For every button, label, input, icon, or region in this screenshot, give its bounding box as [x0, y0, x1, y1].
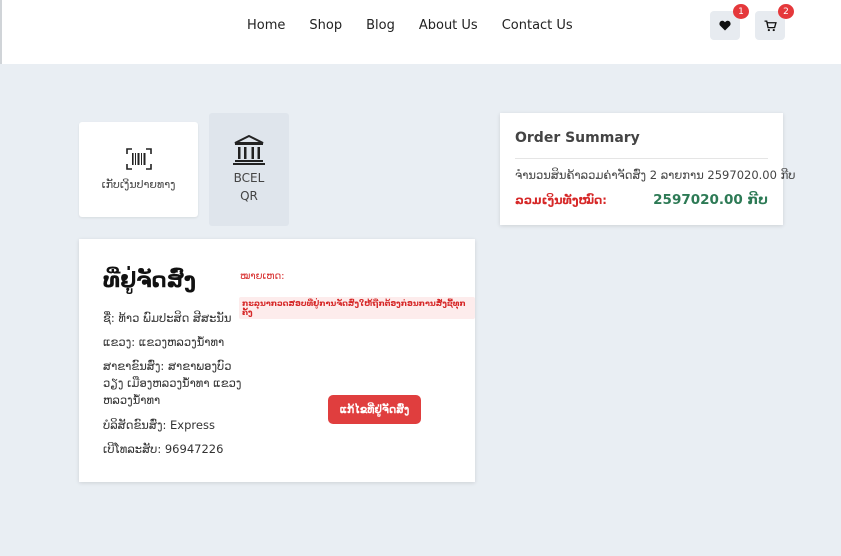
total-label: ລວມເງິນທັງໝົດ:	[515, 193, 607, 207]
shipping-address-title: ທີ່ຢູ່ຈັດສົ່ງ	[103, 268, 196, 292]
order-summary-title: Order Summary	[515, 130, 640, 146]
payment-option-label: BCEL QR	[234, 169, 265, 205]
wishlist-button[interactable]: 1	[710, 4, 749, 40]
province: ແຂວງ: ແຂວງຫລວງນ້ຳທາ	[103, 335, 225, 349]
nav-home[interactable]: Home	[247, 18, 285, 33]
payment-option-bcel-qr[interactable]: BCEL QR	[209, 113, 289, 226]
payment-option-label: ເກັບເງິນປາຍທາງ	[101, 178, 176, 191]
cart-button[interactable]: 2	[755, 4, 794, 40]
nav-contact-us[interactable]: Contact Us	[502, 18, 573, 33]
nav-shop[interactable]: Shop	[309, 18, 342, 33]
cart-icon	[764, 19, 777, 31]
bcel-label-line2: QR	[240, 188, 258, 203]
total-value: 2597020.00 ກີບ	[653, 192, 768, 208]
nav-blog[interactable]: Blog	[366, 18, 395, 33]
recipient-name: ຊື່: ທ້າວ ພົມປະສິດ ສີສະນັນ	[103, 311, 232, 325]
phone-number: ເບີໂທລະສັບ: 96947226	[103, 442, 224, 456]
order-summary-card: Order Summary ຈຳນວນສິນຄ້າລວມຄ່າຈັດສົ່ງ 2…	[500, 113, 796, 225]
bcel-label-line1: BCEL	[233, 170, 265, 185]
shipping-address-card: ທີ່ຢູ່ຈັດສົ່ງ ຊື່: ທ້າວ ພົມປະສິດ ສີສະນັນ…	[79, 239, 475, 482]
divider	[515, 158, 768, 159]
courier: ບໍລິສັດຂົນສົ່ງ: Express	[103, 418, 215, 432]
shipping-branch: ສາຂາຂົນສົ່ງ: ສາຂາພອງບົວວຽງ ເມືອງຫລວງນ້ຳທ…	[103, 359, 242, 407]
order-items-summary: ຈຳນວນສິນຄ້າລວມຄ່າຈັດສົ່ງ 2 ລາຍການ 259702…	[515, 168, 796, 182]
nav-about-us[interactable]: About Us	[419, 18, 478, 33]
bank-icon	[233, 134, 265, 165]
edit-address-button[interactable]: ແກ້ໄຂທີ່ຢູ່ຈັດສົ່ງ	[328, 395, 421, 424]
wishlist-count-badge: 1	[733, 4, 749, 19]
note-text: ກະລຸນາກວດສອບທີ່ຢູ່ການຈັດສົ່ງໃຫ້ຖືກຕ້ອງກ່…	[239, 297, 475, 319]
note-label: ໝາຍເຫດ:	[240, 271, 285, 282]
heart-icon	[719, 20, 731, 31]
site-header: Home Shop Blog About Us Contact Us 1 2	[0, 0, 841, 64]
cart-count-badge: 2	[778, 4, 794, 19]
main-nav: Home Shop Blog About Us Contact Us	[247, 18, 573, 33]
payment-option-cash-on-delivery[interactable]: ເກັບເງິນປາຍທາງ	[79, 122, 198, 217]
barcode-scan-icon	[125, 148, 152, 170]
